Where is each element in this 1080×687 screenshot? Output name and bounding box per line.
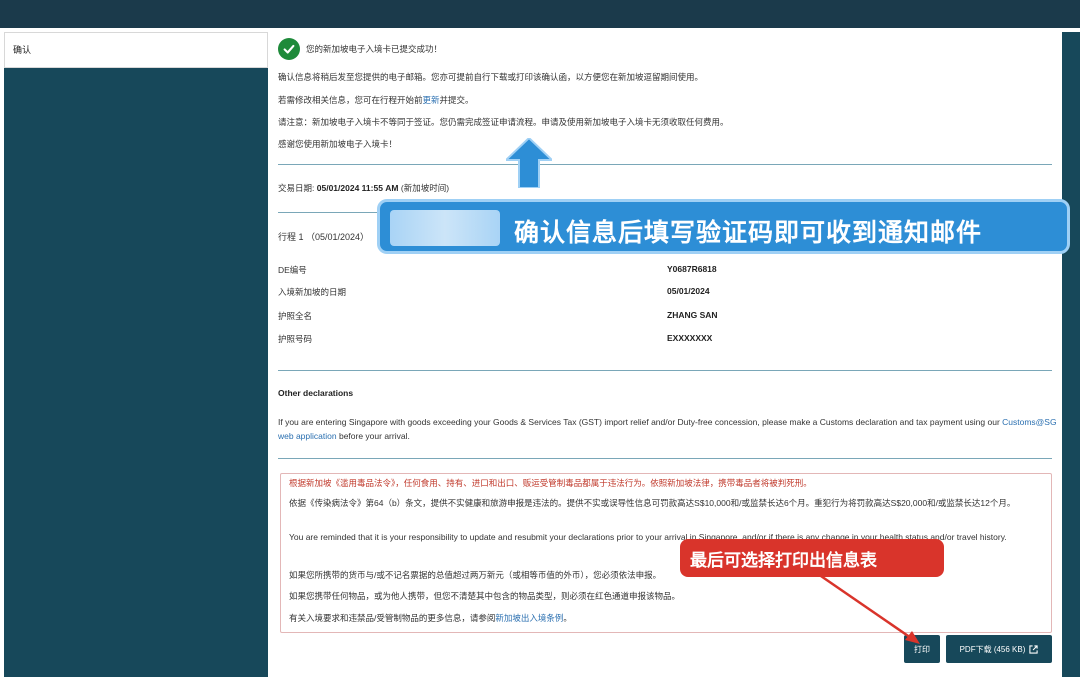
arrow-up-icon <box>506 138 552 188</box>
top-header-bar <box>0 0 1080 28</box>
pdf-download-button[interactable]: PDF下载 (456 KB) <box>946 635 1052 663</box>
warning-infectious-disease: 依据《传染病法令》第64（b）条文，提供不实健康和旅游申报是违法的。提供不实或误… <box>289 498 1016 508</box>
external-link-icon <box>1029 644 1039 654</box>
trip-label: 行程 1 （05/01/2024） <box>278 232 370 242</box>
annotation-tag: 最后可选择打印出信息表 <box>680 539 944 577</box>
annotation-callout: 确认信息后填写验证码即可收到通知邮件 <box>377 199 1070 254</box>
check-circle-icon <box>278 38 300 60</box>
warning-drugs: 根据新加坡《滥用毒品法令》，任何食用、持有、进口和出口、贩运受管制毒品都属于违法… <box>289 478 812 488</box>
sidebar-item-label: 确认 <box>13 45 32 55</box>
divider <box>278 164 1052 165</box>
success-banner: 您的新加坡电子入境卡已提交成功！ <box>278 38 442 60</box>
other-declarations-text: If you are entering Singapore with goods… <box>278 417 1057 441</box>
sidebar: 确认 <box>4 32 268 677</box>
sidebar-item-confirm[interactable]: 确认 <box>4 32 268 68</box>
warning-more-info: 有关入境要求和违禁品/受管制物品的更多信息，请参阅新加坡出入境条例。 <box>289 613 572 623</box>
info-line-1: 确认信息将稍后发至您提供的电子邮箱。您亦可提前自行下载或打印该确认函，以方便您在… <box>278 72 704 82</box>
callout-text: 确认信息后填写验证码即可收到通知邮件 <box>514 218 983 247</box>
info-line-4: 感谢您使用新加坡电子入境卡！ <box>278 139 398 149</box>
right-edge-panel <box>1062 32 1080 677</box>
tag-text: 最后可选择打印出信息表 <box>690 551 877 571</box>
info-line-2: 若需修改相关信息，您可在行程开始前更新并提交。 <box>278 95 474 105</box>
immigration-rules-link[interactable]: 新加坡出入境条例 <box>495 613 563 623</box>
transaction-datetime: 05/01/2024 11:55 AM <box>316 183 399 193</box>
info-line-3: 请注意：新加坡电子入境卡不等同于签证。您仍需完成签证申请流程。申请及使用新加坡电… <box>278 117 729 127</box>
warning-currency: 如果您所携带的货币与/或不记名票据的总值超过两万新元（或相等币值的外币），您必须… <box>289 570 662 580</box>
divider <box>278 458 1052 459</box>
other-declarations-title: Other declarations <box>278 388 354 398</box>
warning-goods: 如果您携带任何物品，或为他人携带，但您不清楚其中包含的物品类型，则必须在红色通道… <box>289 591 681 601</box>
update-link[interactable]: 更新 <box>423 95 440 105</box>
transaction-date: 交易日期: 05/01/2024 11:55 AM (新加坡时间) <box>278 183 450 193</box>
divider <box>278 370 1052 371</box>
main-content: 您的新加坡电子入境卡已提交成功！ 确认信息将稍后发至您提供的电子邮箱。您亦可提前… <box>268 32 1062 677</box>
blurred-region <box>390 210 500 246</box>
success-message: 您的新加坡电子入境卡已提交成功！ <box>306 44 443 54</box>
red-arrow-icon <box>817 572 920 644</box>
